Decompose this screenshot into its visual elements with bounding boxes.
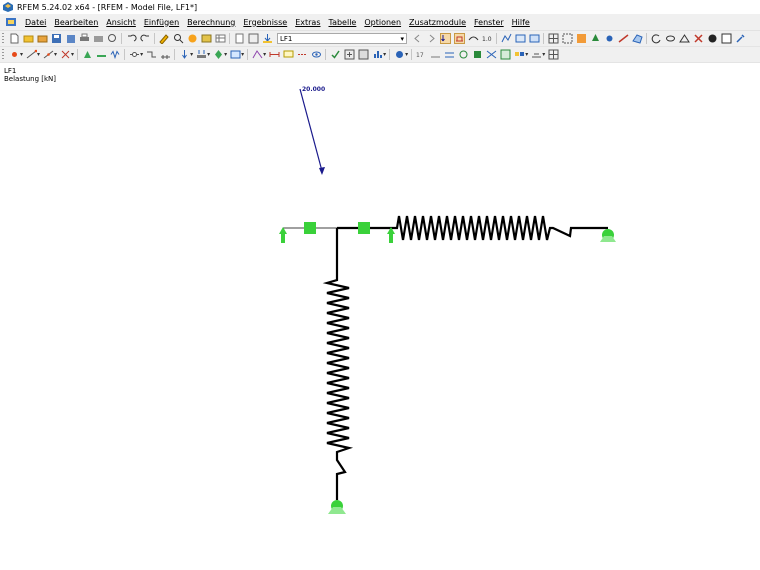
support-icon-left[interactable] bbox=[279, 227, 287, 243]
load-value-label[interactable]: 20.000 bbox=[302, 86, 325, 93]
load-arrow-shaft[interactable] bbox=[299, 88, 323, 172]
spring-horizontal[interactable] bbox=[392, 215, 608, 241]
support-icon-bottom[interactable] bbox=[328, 500, 346, 514]
node-marker-left[interactable] bbox=[304, 222, 316, 234]
spring-vertical[interactable] bbox=[322, 228, 354, 500]
support-icon-middle[interactable] bbox=[387, 227, 395, 243]
load-arrow-head bbox=[319, 167, 325, 175]
structure-graphic: 20.000 bbox=[279, 86, 616, 514]
node-marker-middle[interactable] bbox=[358, 222, 370, 234]
support-icon-right[interactable] bbox=[600, 229, 616, 242]
